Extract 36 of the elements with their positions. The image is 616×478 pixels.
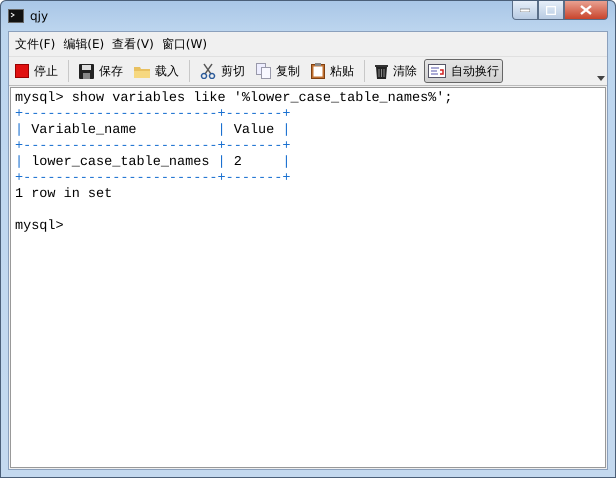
wrap-text-icon [428, 64, 446, 78]
toolbar-button[interactable]: 自动换行 [424, 59, 503, 83]
console-line: mysql> [15, 219, 64, 235]
copy-icon [256, 63, 271, 79]
toolbar-button[interactable]: 粘贴 [307, 59, 358, 83]
minimize-button[interactable] [512, 1, 538, 20]
toolbar-button[interactable]: 清除 [371, 59, 421, 83]
menu-item[interactable]: 文件(F) [12, 34, 58, 54]
stop-icon [15, 64, 29, 78]
menu-item[interactable]: 窗口(W) [158, 34, 210, 54]
console-line: +------------------------+-------+ [15, 139, 290, 155]
menu-item[interactable]: 编辑(E) [60, 34, 108, 54]
menu-item[interactable]: 查看(V) [109, 34, 157, 54]
maximize-icon [546, 6, 556, 14]
scissors-icon [200, 63, 216, 79]
minimize-icon [520, 8, 530, 12]
maximize-button[interactable] [538, 1, 564, 20]
close-button[interactable] [564, 1, 608, 20]
toolbar-button[interactable]: 载入 [130, 59, 183, 83]
window-title: qjy [30, 9, 48, 23]
folder-icon [134, 64, 150, 78]
console-line: +------------------------+-------+ [15, 107, 290, 123]
toolbar-button[interactable]: 停止 [11, 59, 62, 83]
clipboard-icon [311, 63, 325, 79]
trash-icon [375, 63, 388, 79]
overflow-chevron-icon[interactable] [597, 76, 605, 80]
console-line: | lower_case_table_names | 2 | [15, 155, 290, 171]
console-line: mysql> show variables like '%lower_case_table_names%'; [15, 91, 452, 107]
close-icon [580, 5, 592, 15]
toolbar-button[interactable]: 剪切 [196, 59, 249, 83]
console-line: 1 row in set [15, 187, 112, 203]
console-line: | Variable_name | Value | [15, 123, 290, 139]
console-line: +------------------------+-------+ [15, 171, 290, 187]
toolbar-button[interactable]: 复制 [252, 59, 304, 83]
toolbar-button[interactable]: 保存 [75, 59, 127, 83]
console-icon [8, 9, 24, 23]
